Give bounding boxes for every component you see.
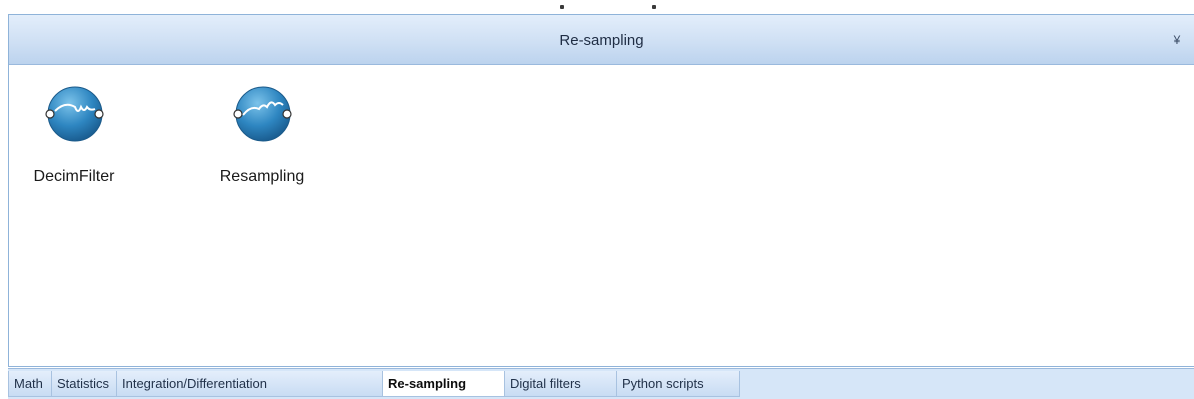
block-canvas: DecimFilter Resampling [9,65,1194,366]
window-top-strip [0,0,1194,14]
toolbox-panel: Re-sampling ¥ DecimFilter Resampling [8,14,1194,367]
block-decimfilter[interactable]: DecimFilter [19,75,129,185]
tab-python-scripts[interactable]: Python scripts [616,371,740,397]
category-tab-bar: Math Statistics Integration/Differentiat… [8,368,1194,399]
tab-digital-filters[interactable]: Digital filters [504,371,617,397]
splitter-grip-icon[interactable] [560,5,564,9]
splitter-grip-icon[interactable] [652,5,656,9]
tab-integration-differentiation[interactable]: Integration/Differentiation [116,371,383,397]
tab-statistics[interactable]: Statistics [51,371,117,397]
panel-title: Re-sampling [559,32,644,49]
block-label: DecimFilter [33,168,115,185]
block-label: Resampling [219,168,305,185]
resampling-icon [233,86,292,142]
block-resampling[interactable]: Resampling [207,75,317,185]
tab-re-sampling[interactable]: Re-sampling [382,371,505,397]
decimation-filter-icon [45,86,104,142]
double-chevron-down-icon[interactable]: ¥ [1170,33,1184,47]
panel-header: Re-sampling ¥ [9,15,1194,65]
tab-math[interactable]: Math [8,371,52,397]
